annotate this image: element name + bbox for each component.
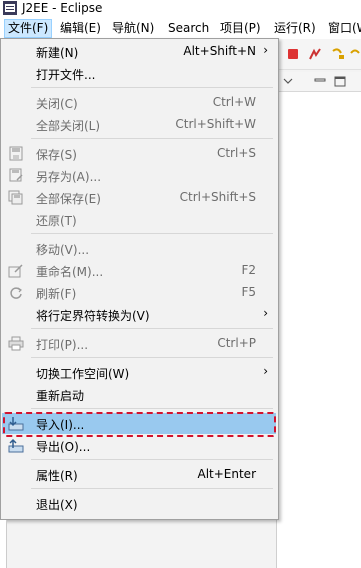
menu-item-label: 另存为(A)... — [36, 170, 102, 184]
menu-item-refresh[interactable]: 刷新(F) F5 — [2, 282, 276, 303]
menu-item-shortcut: Ctrl+Shift+S — [179, 190, 256, 204]
menu-item-label: 打印(P)... — [36, 338, 89, 352]
minimize-icon[interactable] — [314, 76, 326, 84]
view-header — [276, 72, 361, 92]
menu-file[interactable]: 文件(F) — [4, 19, 53, 38]
menu-item-label: 导出(O)... — [36, 440, 91, 454]
menu-item-close[interactable]: 关闭(C) Ctrl+W — [2, 92, 276, 113]
menu-item-label: 移动(V)... — [36, 243, 90, 257]
menu-separator — [31, 459, 273, 460]
menu-item-label: 还原(T) — [36, 214, 77, 228]
menu-item-label: 新建(N) — [36, 46, 79, 60]
maximize-icon[interactable] — [334, 76, 346, 87]
export-icon — [8, 438, 24, 453]
menu-item-label: 保存(S) — [36, 148, 77, 162]
submenu-arrow-icon: › — [263, 364, 268, 378]
menu-item-open-file[interactable]: 打开文件... — [2, 63, 276, 84]
menu-item-properties[interactable]: 属性(R) Alt+Enter — [2, 464, 276, 485]
menu-item-move[interactable]: 移动(V)... — [2, 238, 276, 259]
eclipse-app-icon — [3, 1, 17, 15]
menu-item-close-all[interactable]: 全部关闭(L) Ctrl+Shift+W — [2, 114, 276, 135]
menu-item-shortcut: Ctrl+P — [217, 336, 256, 350]
menu-separator — [31, 488, 273, 489]
menu-item-label: 将行定界符转换为(V) — [36, 309, 150, 323]
view-menu-icon[interactable] — [283, 77, 293, 85]
menu-item-rename[interactable]: 重命名(M)... F2 — [2, 260, 276, 281]
side-view-panel — [276, 72, 361, 568]
menu-item-exit[interactable]: 退出(X) — [2, 493, 276, 514]
menu-item-restart[interactable]: 重新启动 — [2, 384, 276, 405]
menu-run[interactable]: 运行(R) — [274, 20, 316, 37]
menu-item-print[interactable]: 打印(P)... Ctrl+P — [2, 333, 276, 354]
menu-item-revert[interactable]: 还原(T) — [2, 209, 276, 230]
menu-item-save-as[interactable]: 另存为(A)... — [2, 165, 276, 186]
menu-item-shortcut: F2 — [241, 263, 256, 277]
save-as-icon — [9, 168, 23, 182]
stop-icon[interactable] — [286, 47, 300, 61]
menu-search[interactable]: Search — [168, 20, 209, 37]
menu-item-convert-line-delimiters[interactable]: 将行定界符转换为(V) › — [2, 304, 276, 325]
menu-navigate[interactable]: 导航(N) — [112, 20, 154, 37]
menu-separator — [31, 138, 273, 139]
menu-item-shortcut: Ctrl+S — [216, 146, 256, 160]
rename-icon — [8, 264, 23, 278]
highlight-annotation-box — [3, 412, 276, 437]
menu-project[interactable]: 项目(P) — [220, 20, 261, 37]
menu-item-label: 刷新(F) — [36, 287, 77, 301]
submenu-arrow-icon: › — [263, 306, 268, 320]
menu-item-save-all[interactable]: 全部保存(E) Ctrl+Shift+S — [2, 187, 276, 208]
menu-item-export[interactable]: 导出(O)... — [2, 435, 276, 456]
menu-item-label: 全部保存(E) — [36, 192, 101, 206]
menu-item-label: 切换工作空间(W) — [36, 367, 130, 381]
menu-item-label: 全部关闭(L) — [36, 119, 101, 133]
file-menu-dropdown: 新建(N) Alt+Shift+N › 打开文件... 关闭(C) Ctrl+W… — [0, 38, 279, 520]
menu-item-shortcut: F5 — [241, 285, 256, 299]
save-icon — [9, 146, 23, 161]
menu-separator — [31, 233, 273, 234]
menu-separator — [31, 87, 273, 88]
window-title: J2EE - Eclipse — [22, 1, 103, 15]
menu-item-shortcut: Alt+Shift+N — [183, 44, 256, 58]
menu-item-switch-workspace[interactable]: 切换工作空间(W) › — [2, 362, 276, 383]
window-left-edge — [0, 520, 7, 568]
menu-separator — [31, 408, 273, 409]
menu-item-label: 退出(X) — [36, 498, 78, 512]
print-icon — [8, 336, 24, 351]
step-icon[interactable] — [331, 47, 345, 61]
menu-item-shortcut: Ctrl+Shift+W — [175, 117, 256, 131]
menu-separator — [31, 357, 273, 358]
menu-item-label: 关闭(C) — [36, 97, 78, 111]
menu-item-shortcut: Ctrl+W — [212, 95, 256, 109]
refresh-icon — [10, 287, 22, 299]
menu-item-shortcut: Alt+Enter — [197, 467, 256, 481]
submenu-arrow-icon: › — [263, 43, 268, 57]
save-all-icon — [8, 190, 23, 205]
menu-item-label: 属性(R) — [36, 469, 78, 483]
step-over-icon[interactable] — [350, 47, 361, 61]
menu-item-label: 打开文件... — [36, 68, 96, 82]
menu-item-label: 重命名(M)... — [36, 265, 104, 279]
disconnect-icon[interactable] — [308, 47, 322, 61]
menu-edit[interactable]: 编辑(E) — [60, 20, 101, 37]
menu-window[interactable]: 窗口(W — [328, 20, 361, 37]
menu-item-new[interactable]: 新建(N) Alt+Shift+N › — [2, 41, 276, 62]
title-bar: J2EE - Eclipse — [0, 0, 361, 17]
menu-bar: 文件(F) 编辑(E) 导航(N) Search 项目(P) 运行(R) 窗口(… — [0, 17, 361, 39]
menu-separator — [31, 328, 273, 329]
menu-item-label: 重新启动 — [36, 389, 85, 403]
menu-item-save[interactable]: 保存(S) Ctrl+S — [2, 143, 276, 164]
